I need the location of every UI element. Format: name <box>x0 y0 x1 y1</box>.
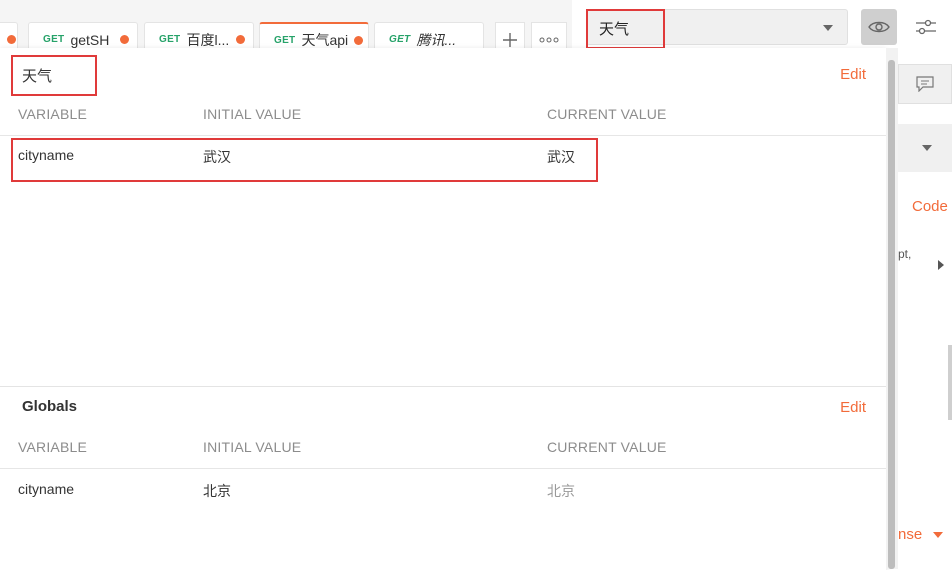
method-label: GET <box>389 34 411 45</box>
unsaved-dot-icon <box>6 35 16 44</box>
header-divider <box>0 135 886 136</box>
environment-title: 天气 <box>22 68 53 85</box>
environment-select[interactable]: 天气 <box>586 9 848 45</box>
send-options-dropdown[interactable] <box>898 124 952 172</box>
unsaved-dot-icon <box>120 35 129 44</box>
sliders-icon <box>916 19 936 35</box>
comment-icon <box>916 76 934 92</box>
method-label: GET <box>159 34 181 45</box>
code-link[interactable]: Code <box>912 198 948 215</box>
variable-name: cityname <box>18 481 75 497</box>
tab-name: getSH <box>70 31 110 48</box>
panel-scrollbar-thumb[interactable] <box>888 60 895 569</box>
environment-quick-look-button[interactable] <box>861 9 897 45</box>
chevron-down-icon <box>933 532 943 538</box>
globals-title: Globals <box>22 398 78 415</box>
environment-selected-label: 天气 <box>599 21 630 38</box>
column-header-variable: VARIABLE <box>18 439 88 455</box>
unsaved-dot-icon <box>354 35 364 45</box>
eye-icon <box>868 21 890 33</box>
tab-name: ... <box>0 32 1 48</box>
chevron-down-icon <box>922 145 932 151</box>
response-dropdown-label[interactable]: nse <box>898 526 922 543</box>
current-value: 武汉 <box>547 149 575 165</box>
environment-quick-look-panel: 天气 Edit VARIABLE INITIAL VALUE CURRENT V… <box>0 48 886 570</box>
environment-section: 天气 Edit VARIABLE INITIAL VALUE CURRENT V… <box>0 48 886 385</box>
column-header-current-value: CURRENT VALUE <box>547 106 667 122</box>
chevron-right-icon[interactable] <box>938 260 944 270</box>
comments-button[interactable] <box>898 64 952 104</box>
globals-section: Globals Edit VARIABLE INITIAL VALUE CURR… <box>0 386 886 570</box>
current-value: 北京 <box>547 483 575 499</box>
tab-name: 百度l... <box>186 31 230 48</box>
edit-environment-link[interactable]: Edit <box>840 66 866 83</box>
column-header-initial-value: INITIAL VALUE <box>203 106 302 122</box>
method-label: GET <box>274 34 296 46</box>
variable-name: cityname <box>18 147 75 163</box>
edit-globals-link[interactable]: Edit <box>840 399 866 416</box>
tab-name: 天气api <box>301 32 349 48</box>
initial-value: 北京 <box>203 483 231 499</box>
initial-value: 武汉 <box>203 149 231 165</box>
more-icon <box>539 37 559 42</box>
header-divider <box>0 468 886 469</box>
column-header-initial-value: INITIAL VALUE <box>203 439 302 455</box>
method-label: GET <box>43 34 65 45</box>
column-header-current-value: CURRENT VALUE <box>547 439 667 455</box>
column-header-variable: VARIABLE <box>18 106 88 122</box>
tab-name: 腾讯... <box>416 31 457 48</box>
unsaved-dot-icon <box>236 35 245 44</box>
chevron-down-icon <box>823 25 833 31</box>
plus-icon <box>503 32 517 47</box>
manage-environments-button[interactable] <box>906 9 946 45</box>
background-scrollbar[interactable] <box>948 345 952 420</box>
background-text: pt, <box>898 247 912 261</box>
